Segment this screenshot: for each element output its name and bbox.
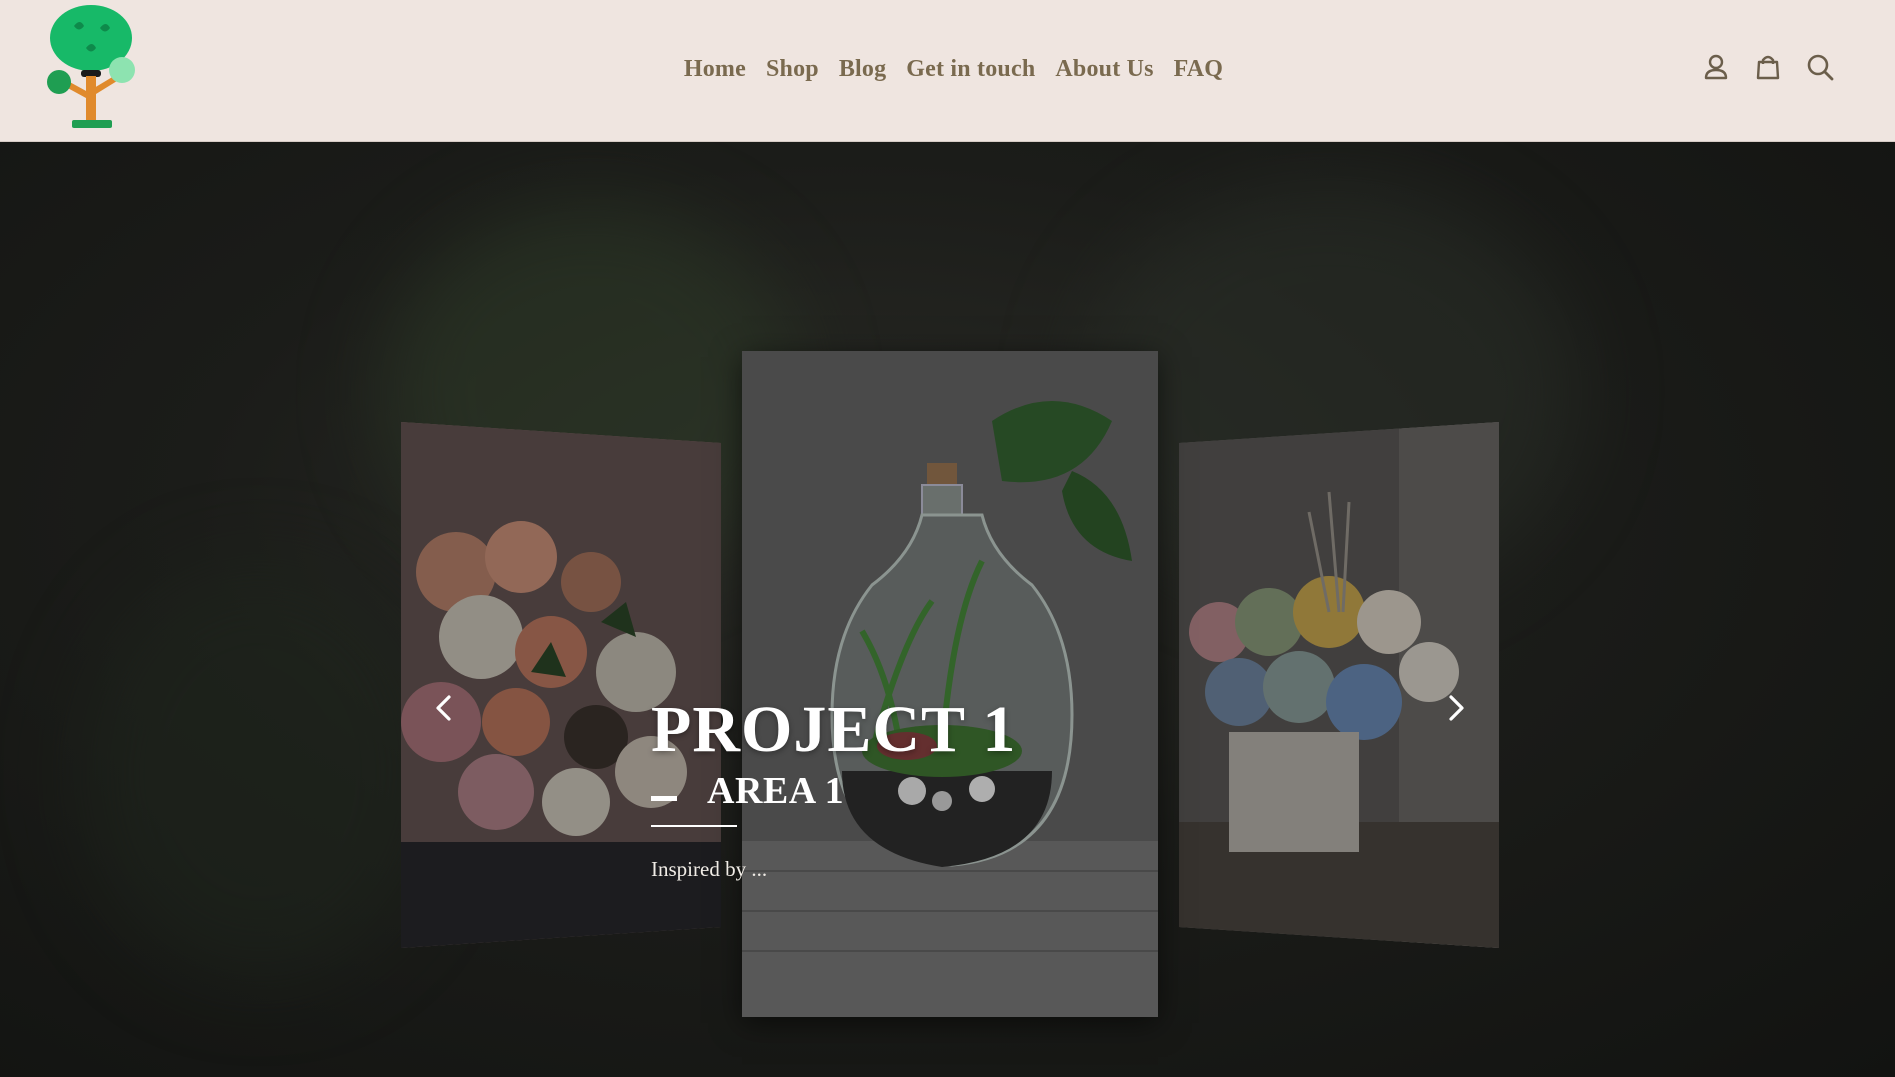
- search-icon[interactable]: [1805, 52, 1835, 82]
- terrarium-image: [742, 351, 1158, 1017]
- slide-card-active[interactable]: [742, 351, 1158, 1017]
- user-icon[interactable]: [1701, 52, 1731, 82]
- header-actions: [1701, 52, 1835, 82]
- shopping-bag-icon[interactable]: [1753, 52, 1783, 82]
- slide-card-next[interactable]: [1179, 422, 1499, 948]
- slide-title: PROJECT 1: [651, 693, 1017, 766]
- nav-item-about-us[interactable]: About Us: [1055, 56, 1153, 83]
- flower-pot-image: [1179, 422, 1499, 948]
- nav-item-shop[interactable]: Shop: [766, 56, 819, 83]
- hero-slider: PROJECT 1 AREA 1 Inspired by ...: [0, 142, 1895, 1077]
- chevron-left-icon[interactable]: [426, 690, 462, 726]
- nav-item-get-in-touch[interactable]: Get in touch: [906, 56, 1035, 83]
- background-blur: [80, 562, 440, 982]
- slide-subtitle: AREA 1: [707, 770, 845, 812]
- nav-item-home[interactable]: Home: [684, 56, 746, 83]
- nav-item-faq[interactable]: FAQ: [1174, 56, 1223, 83]
- main-nav: Home Shop Blog Get in touch About Us FAQ: [0, 56, 1895, 83]
- slide-subtitle-row: AREA 1: [651, 769, 1016, 813]
- slide-description: Inspired by ...: [651, 857, 768, 881]
- chevron-right-icon[interactable]: [1438, 690, 1474, 726]
- site-header: Home Shop Blog Get in touch About Us FAQ: [0, 0, 1895, 142]
- nav-item-blog[interactable]: Blog: [839, 56, 886, 83]
- divider: [651, 825, 737, 827]
- slide-caption: PROJECT 1 AREA 1 Inspired by ...: [651, 697, 1016, 882]
- dash-decoration: [651, 795, 677, 801]
